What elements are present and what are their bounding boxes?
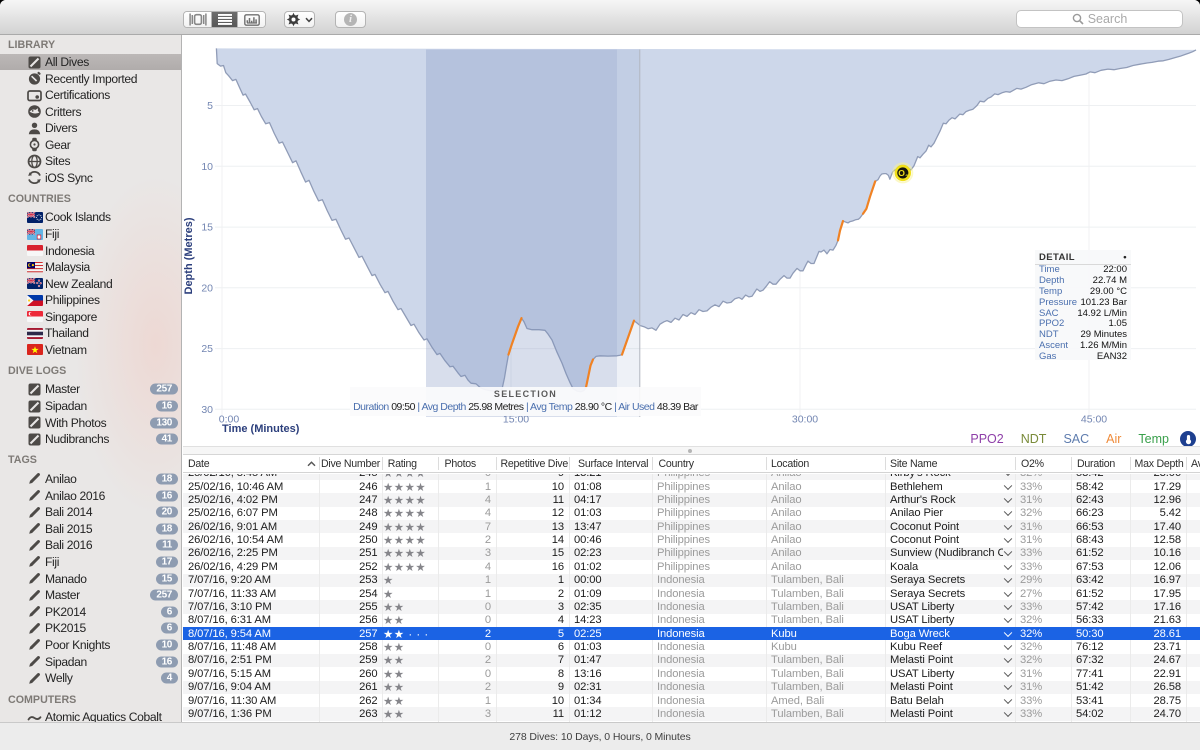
svg-text:25: 25	[201, 343, 213, 355]
svg-text:15: 15	[201, 222, 213, 234]
svg-text:30:00: 30:00	[792, 414, 818, 426]
svg-text:10: 10	[201, 161, 213, 173]
svg-text:5: 5	[207, 100, 213, 112]
svg-text:O: O	[898, 168, 905, 178]
svg-text:Time (Minutes): Time (Minutes)	[222, 423, 300, 435]
svg-text:Depth (Metres): Depth (Metres)	[183, 217, 195, 294]
svg-text:20: 20	[201, 282, 213, 294]
svg-text:30: 30	[201, 404, 213, 416]
svg-text:45:00: 45:00	[1081, 414, 1107, 426]
